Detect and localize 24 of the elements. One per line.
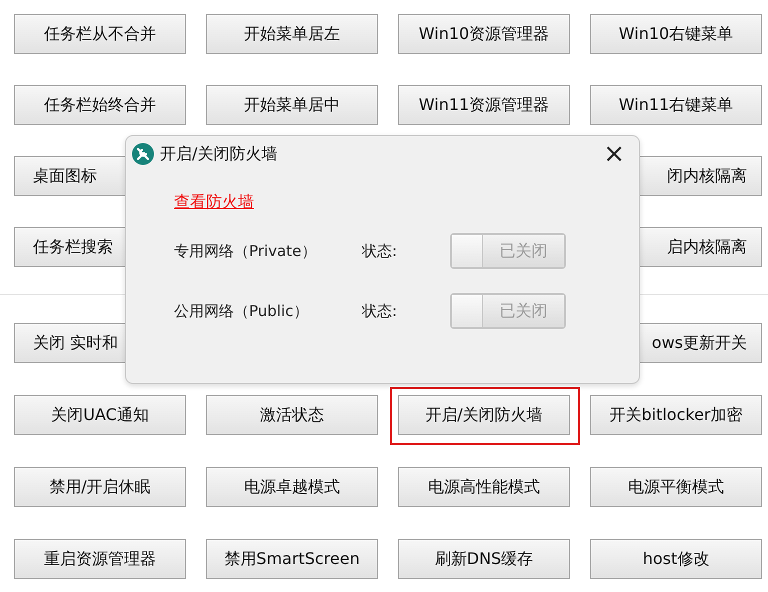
tool-button[interactable]: 关闭UAC通知 <box>14 395 186 435</box>
tool-button[interactable]: Win10右键菜单 <box>590 14 762 54</box>
status-label: 状态: <box>362 242 398 260</box>
tool-button[interactable]: 禁用SmartScreen <box>206 539 378 579</box>
tool-button[interactable]: 禁用/开启休眠 <box>14 467 186 507</box>
tool-button[interactable]: 电源平衡模式 <box>590 467 762 507</box>
tool-button[interactable]: 任务栏从不合并 <box>14 14 186 54</box>
tool-button[interactable]: Win11资源管理器 <box>398 85 570 125</box>
network-label: 公用网络（Public） <box>174 302 310 320</box>
tool-button[interactable]: 电源高性能模式 <box>398 467 570 507</box>
tool-button[interactable]: 开始菜单居中 <box>206 85 378 125</box>
tools-icon <box>132 143 154 165</box>
tool-button[interactable]: Win10资源管理器 <box>398 14 570 54</box>
tool-button[interactable]: 开启/关闭防火墙 <box>398 395 570 435</box>
tool-button[interactable]: 激活状态 <box>206 395 378 435</box>
tool-button[interactable]: 刷新DNS缓存 <box>398 539 570 579</box>
tool-button[interactable]: 重启资源管理器 <box>14 539 186 579</box>
tool-button[interactable]: Win11右键菜单 <box>590 85 762 125</box>
tool-button[interactable]: 开关bitlocker加密 <box>590 395 762 435</box>
tool-button[interactable]: host修改 <box>590 539 762 579</box>
tool-button[interactable]: 电源卓越模式 <box>206 467 378 507</box>
tool-button[interactable]: 开始菜单居左 <box>206 14 378 54</box>
status-label: 状态: <box>362 302 398 320</box>
tool-button[interactable]: 任务栏始终合并 <box>14 85 186 125</box>
